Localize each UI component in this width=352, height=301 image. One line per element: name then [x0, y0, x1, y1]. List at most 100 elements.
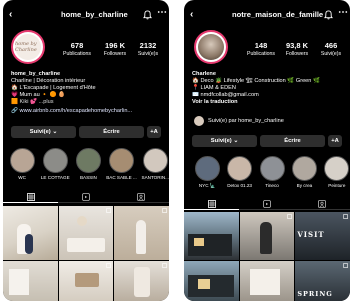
post-figure — [25, 234, 33, 254]
bio-link[interactable]: 🔗 www.airbnb.com/h/escapadehomebycharlin… — [11, 108, 163, 115]
highlight-label: Tineco — [265, 183, 279, 188]
stat-following[interactable]: 466 Suivi(e)s — [314, 41, 348, 57]
highlight-item[interactable]: Tineco — [259, 156, 285, 189]
post-thumbnail[interactable] — [114, 206, 169, 260]
highlight-thumbnail — [42, 148, 68, 173]
follower-avatar — [194, 116, 204, 126]
highlight-label: WC — [18, 175, 26, 180]
post-grid — [3, 206, 169, 301]
highlight-item[interactable]: NYC 🗽 — [194, 156, 220, 189]
highlight-item[interactable]: BASSIN — [75, 148, 101, 180]
stat-value: 466 — [324, 41, 338, 50]
highlight-item[interactable]: Detox 01.23 — [226, 156, 253, 189]
highlight-thumbnail — [324, 156, 350, 181]
message-button[interactable]: Écrire — [79, 126, 144, 138]
action-buttons: Suivi(e) ⌄ Écrire +A — [11, 126, 161, 138]
post-thumbnail[interactable]: SPRING — [295, 261, 350, 301]
highlight-thumbnail — [227, 156, 253, 181]
highlight-item[interactable]: WC — [9, 148, 35, 180]
post-figure — [134, 267, 151, 297]
stat-value: 678 — [70, 41, 84, 50]
post-house — [188, 275, 234, 297]
post-thumbnail[interactable] — [58, 206, 114, 260]
post-thumbnail[interactable] — [184, 261, 239, 301]
highlight-label: LE COTTAGE — [40, 175, 70, 180]
reel-icon — [162, 208, 167, 213]
avatar[interactable]: home by Charline — [11, 30, 45, 64]
stat-publications[interactable]: 148 Publications — [244, 41, 278, 57]
tab-tagged[interactable] — [294, 198, 350, 210]
stat-label: Suivi(e)s — [137, 51, 159, 57]
bell-icon[interactable] — [324, 10, 333, 20]
follow-button[interactable]: Suivi(e) ⌄ — [192, 135, 257, 147]
followed-by[interactable]: Suivi(e) par home_by_charline — [194, 116, 284, 126]
post-lamp — [76, 216, 87, 226]
more-options-icon[interactable]: ⋯ — [157, 8, 167, 18]
highlight-item[interactable]: BAC SABLE ... — [106, 148, 137, 180]
post-shelf — [9, 269, 29, 295]
back-arrow-icon[interactable]: ‹ — [190, 8, 193, 22]
add-user-button[interactable]: +A — [328, 135, 342, 147]
post-thumbnail[interactable]: VISIT — [295, 212, 350, 260]
highlight-item[interactable]: LE COTTAGE — [40, 148, 70, 180]
highlight-label: BAC SABLE ... — [106, 175, 137, 180]
bio-line: 📍 LIAM & EDEN — [192, 85, 236, 91]
highlight-item[interactable]: Peinture — [324, 156, 350, 189]
stat-following[interactable]: 2132 Suivi(e)s — [131, 41, 165, 57]
avatar[interactable] — [194, 30, 228, 64]
more-options-icon[interactable]: ⋯ — [338, 8, 348, 18]
post-thumbnail[interactable] — [3, 206, 58, 260]
highlight-item[interactable]: SANTORIN... — [142, 148, 169, 180]
tab-reels[interactable] — [58, 191, 114, 203]
highlight-thumbnail — [142, 148, 168, 173]
bell-icon[interactable] — [143, 10, 152, 20]
highlight-label: By crea — [296, 183, 313, 188]
grid-icon — [207, 199, 216, 208]
stat-publications[interactable]: 678 Publications — [60, 41, 94, 57]
top-bar: ‹ notre_maison_de_famille ⋯ — [184, 8, 350, 22]
bio: Charlene 🏠 Deco 🪴 Lifestyle 🏗 Constructi… — [192, 71, 344, 106]
tab-grid[interactable] — [184, 198, 240, 210]
follow-button[interactable]: Suivi(e) ⌄ — [11, 126, 76, 138]
post-thumbnail[interactable] — [239, 212, 295, 260]
profile-tabs — [3, 191, 169, 203]
grid-icon — [26, 192, 35, 201]
highlight-label: Detox 01.23 — [227, 183, 252, 188]
reels-icon — [82, 192, 90, 201]
bio-line[interactable]: 🟧 Kiki 💕 ...plus — [11, 99, 163, 106]
bio-line: 🏠 L'Escapade | Logement d'Hôte — [11, 85, 96, 91]
reels-icon — [263, 199, 271, 208]
bio-line: 💗 Mum au 🔸 🟠 🥚 — [11, 92, 66, 98]
bio-name: Charlene — [192, 71, 216, 77]
bio-name: home_by_charline — [11, 71, 61, 77]
stat-label: Publications — [63, 51, 91, 57]
stat-label: Suivi(e)s — [320, 51, 342, 57]
post-thumbnail[interactable] — [239, 261, 295, 301]
bio: home_by_charline Charline | Décoration i… — [11, 71, 163, 115]
highlight-thumbnail — [109, 148, 134, 173]
stat-followers[interactable]: 93,8 K Followers — [280, 41, 314, 57]
stat-followers[interactable]: 196 K Followers — [98, 41, 132, 57]
back-arrow-icon[interactable]: ‹ — [9, 8, 12, 22]
post-thumbnail[interactable] — [58, 261, 114, 301]
post-table — [74, 273, 99, 287]
message-button[interactable]: Écrire — [260, 135, 325, 147]
tab-grid[interactable] — [3, 191, 59, 203]
highlight-thumbnail — [9, 148, 35, 173]
tab-reels[interactable] — [239, 198, 295, 210]
highlight-item[interactable]: By crea — [291, 156, 317, 189]
tab-tagged[interactable] — [113, 191, 169, 203]
post-figure — [136, 220, 147, 254]
left-profile-screen: ‹ home_by_charline ⋯ home by Charline 67… — [3, 0, 169, 301]
post-caption: VISIT — [297, 230, 325, 239]
post-thumbnail[interactable] — [184, 212, 239, 260]
highlight-label: SANTORIN... — [141, 175, 169, 180]
bio-line[interactable]: ✉️ nmdfcollab@gmail.com — [192, 92, 344, 99]
post-thumbnail[interactable] — [114, 261, 169, 301]
reel-icon — [287, 214, 293, 219]
post-thumbnail[interactable] — [3, 261, 58, 301]
bio-link-text: www.airbnb.com/h/escapadehomebycharlin..… — [19, 108, 133, 114]
add-user-button[interactable]: +A — [147, 126, 161, 138]
post-grid: VISIT SPRING — [184, 212, 350, 301]
see-translation-link[interactable]: Voir la traduction — [192, 99, 344, 106]
